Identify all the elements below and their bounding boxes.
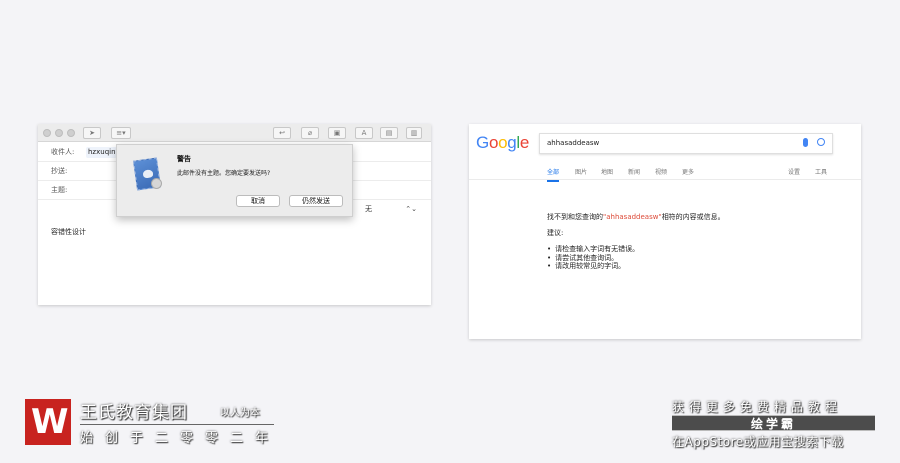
attachment-icon[interactable]: ⌀ (301, 127, 319, 139)
tab-tools[interactable]: 工具 (815, 167, 827, 176)
cancel-button[interactable]: 取消 (236, 195, 280, 207)
alert-message: 此邮件没有主题。您确定要发送吗? (177, 170, 271, 177)
wangshi-logo: W (25, 399, 71, 445)
no-results-query: "ahhasaddeasw" (603, 213, 662, 221)
search-tabs: 全部 图片 地图 新闻 视频 更多 设置 工具 (469, 162, 861, 182)
suggestion-item: 请改用较常见的字词。 (547, 262, 639, 271)
microphone-icon[interactable] (803, 138, 808, 147)
no-results-suffix: 相符的内容或信息。 (661, 213, 725, 221)
google-search-window: Google ahhasaddeasw 全部 图片 地图 新闻 视频 更多 设置… (469, 124, 861, 339)
list-format-icon[interactable]: ≡▾ (111, 127, 131, 139)
document-icon[interactable]: ▥ (406, 127, 422, 139)
tab-more[interactable]: 更多 (682, 167, 694, 176)
search-query: ahhasaddeasw (547, 139, 600, 147)
image-browser-icon[interactable]: ▤ (380, 127, 398, 139)
subject-label: 主题: (51, 186, 68, 194)
tab-videos[interactable]: 视频 (655, 167, 667, 176)
google-logo[interactable]: Google (476, 133, 529, 153)
tab-maps[interactable]: 地图 (601, 167, 613, 176)
search-icon[interactable] (817, 138, 825, 146)
minimize-window-button[interactable] (55, 129, 63, 137)
warning-badge-icon (151, 178, 162, 189)
logo-letter: W (31, 402, 69, 442)
close-window-button[interactable] (43, 129, 51, 137)
cc-label: 抄送: (51, 167, 68, 175)
founded-text: 始创于二零零二年 (80, 431, 281, 446)
message-body[interactable]: 容错性设计 (51, 227, 86, 237)
promo-app-name: 绘学霸 (750, 417, 796, 431)
search-input[interactable]: ahhasaddeasw (539, 133, 833, 154)
suggestions-title: 建议: (547, 229, 564, 237)
reply-icon[interactable]: ↩ (273, 127, 291, 139)
font-icon[interactable]: A (355, 127, 373, 139)
brand-name: 王氏教育集团 (80, 403, 188, 423)
promo-line-1: 获得更多免费精品教程 (672, 400, 843, 414)
zoom-window-button[interactable] (67, 129, 75, 137)
suggestion-item: 请尝试其他查询词。 (547, 254, 639, 263)
tab-news[interactable]: 新闻 (628, 167, 640, 176)
suggestion-item: 请检查输入字词有无错误。 (547, 245, 639, 254)
no-results-prefix: 找不到和您查询的 (547, 213, 603, 221)
suggestions-list: 请检查输入字词有无错误。 请尝试其他查询词。 请改用较常见的字词。 (547, 245, 639, 271)
promo-line-3: 在AppStore或应用宝搜索下载 (672, 435, 844, 449)
priority-select[interactable]: 无 ⌃⌄ (365, 204, 417, 215)
tab-all[interactable]: 全部 (547, 167, 560, 182)
chevron-updown-icon: ⌃⌄ (405, 205, 417, 213)
send-anyway-button[interactable]: 仍然发送 (289, 195, 343, 207)
no-results-message: 找不到和您查询的"ahhasaddeasw"相符的内容或信息。 (547, 212, 725, 222)
photo-icon[interactable]: ▣ (328, 127, 346, 139)
priority-value: 无 (365, 205, 372, 213)
tab-images[interactable]: 图片 (575, 167, 587, 176)
tab-settings[interactable]: 设置 (788, 167, 800, 176)
brand-slogan: 以人为本 (220, 408, 260, 419)
promo-app-bar: 绘学霸 (672, 415, 875, 431)
alert-title: 警告 (177, 155, 191, 163)
to-label: 收件人: (51, 148, 75, 156)
no-subject-alert: 警告 此邮件没有主题。您确定要发送吗? 取消 仍然发送 (116, 144, 353, 217)
send-icon[interactable]: ➤ (83, 127, 101, 139)
divider (80, 424, 274, 425)
mail-toolbar: ➤ ≡▾ ↩ ⌀ ▣ A ▤ ▥ (38, 124, 431, 142)
to-recipient-chip[interactable]: hzxuqin (86, 147, 118, 158)
